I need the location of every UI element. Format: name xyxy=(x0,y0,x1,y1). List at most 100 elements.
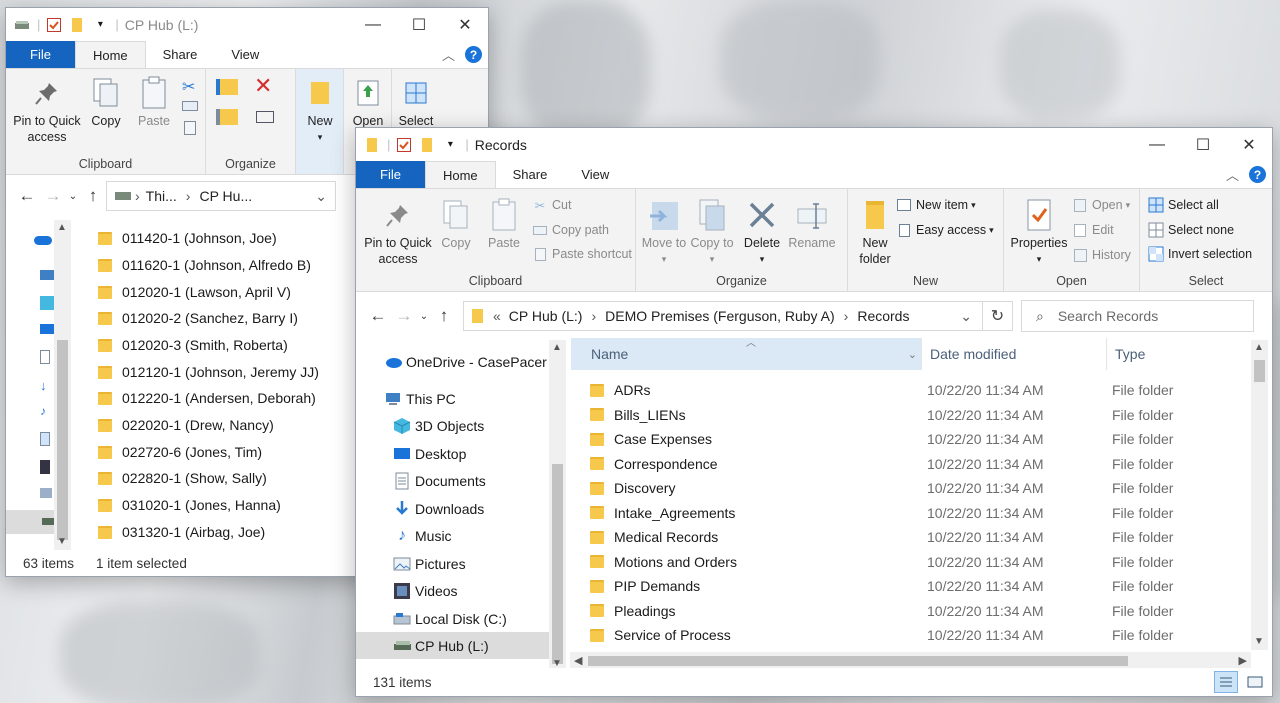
up-arrow-icon[interactable]: ↑ xyxy=(431,306,457,326)
nav-item-videos[interactable]: Videos xyxy=(356,577,566,604)
table-row[interactable]: ADRs 10/22/20 11:34 AM File folder xyxy=(570,378,1250,403)
nav-item-onedrive[interactable]: OneDrive - CasePacer xyxy=(356,348,566,375)
scroll-left-icon[interactable]: ◀ xyxy=(574,654,582,667)
breadcrumb-item[interactable]: Thi... xyxy=(146,188,177,204)
list-item[interactable]: 011620-1 (Johnson, Alfredo B) xyxy=(98,252,311,278)
properties-icon[interactable] xyxy=(46,17,62,33)
download-icon[interactable]: ↓ xyxy=(40,378,50,393)
chevron-down-icon[interactable]: ⌄ xyxy=(908,348,917,361)
column-header-date[interactable]: Date modified xyxy=(921,338,1106,370)
scroll-up-icon[interactable]: ▲ xyxy=(552,342,562,353)
scrollbar-thumb[interactable] xyxy=(1254,360,1265,382)
search-input[interactable]: Search Records xyxy=(1058,308,1158,324)
move-to-button[interactable]: Move to ▾ xyxy=(640,197,688,267)
large-icons-view-button[interactable] xyxy=(1244,673,1266,691)
copy-to-icon[interactable] xyxy=(216,109,238,125)
tab-file[interactable]: File xyxy=(356,161,425,188)
pin-to-quick-access-button[interactable]: Pin to Quick access xyxy=(362,197,434,267)
maximize-button[interactable]: ☐ xyxy=(1180,128,1226,161)
list-item[interactable]: 022020-1 (Drew, Nancy) xyxy=(98,412,274,438)
file-list-hscrollbar[interactable]: ◀ ▶ xyxy=(570,652,1251,669)
easy-access-button[interactable]: Easy access ▾ xyxy=(896,222,994,238)
search-box[interactable]: ⌕ Search Records xyxy=(1021,300,1254,332)
tab-view[interactable]: View xyxy=(564,161,626,188)
chevron-down-icon[interactable]: ▾ xyxy=(442,137,458,153)
select-button[interactable]: Select xyxy=(396,75,436,129)
cube-icon[interactable] xyxy=(40,296,54,310)
paste-shortcut-icon[interactable] xyxy=(184,121,196,135)
list-item[interactable]: 012020-2 (Sanchez, Barry I) xyxy=(98,305,298,331)
scroll-up-icon[interactable]: ▲ xyxy=(57,222,67,233)
table-row[interactable]: Motions and Orders 10/22/20 11:34 AM File … xyxy=(570,550,1250,575)
table-row[interactable]: Correspondence 10/22/20 11:34 AM File fold… xyxy=(570,452,1250,477)
close-button[interactable]: ✕ xyxy=(442,8,488,41)
nav-item-local-disk[interactable]: Local Disk (C:) xyxy=(356,605,566,632)
breadcrumb-overflow[interactable]: « xyxy=(493,308,501,324)
pin-to-quick-access-button[interactable]: Pin to Quick access xyxy=(12,75,82,145)
delete-icon[interactable]: ✕ xyxy=(254,73,272,99)
select-all-button[interactable]: Select all xyxy=(1148,197,1219,213)
collapse-ribbon-icon[interactable]: ︿ xyxy=(442,45,455,64)
new-folder-button[interactable]: New folder xyxy=(852,197,898,267)
breadcrumb-item[interactable]: CP Hu... xyxy=(199,188,252,204)
close-button[interactable]: ✕ xyxy=(1226,128,1272,161)
recent-dropdown-icon[interactable]: ⌄ xyxy=(417,311,431,322)
nav-scrollbar[interactable]: ▲ ▼ xyxy=(549,340,566,670)
table-row[interactable]: Bills_LIENs 10/22/20 11:34 AM File folder xyxy=(570,403,1250,428)
properties-icon[interactable] xyxy=(396,137,412,153)
nav-item-documents[interactable]: Documents xyxy=(356,467,566,494)
copy-path-button[interactable]: Copy path xyxy=(532,222,609,238)
back-arrow-icon[interactable]: ← xyxy=(365,306,391,326)
computer-icon[interactable] xyxy=(40,270,54,280)
forward-arrow-icon[interactable]: → xyxy=(40,186,66,206)
breadcrumb-item[interactable]: CP Hub (L:) xyxy=(509,308,583,324)
copy-button[interactable]: Copy xyxy=(436,197,476,251)
minimize-button[interactable]: — xyxy=(350,8,396,41)
copy-button[interactable]: Copy xyxy=(86,75,126,129)
scroll-right-icon[interactable]: ▶ xyxy=(1239,654,1247,667)
copy-path-icon[interactable] xyxy=(182,101,198,111)
forward-arrow-icon[interactable]: → xyxy=(391,306,417,326)
scrollbar-thumb[interactable] xyxy=(588,656,1128,666)
scroll-down-icon[interactable]: ▼ xyxy=(1254,636,1264,647)
column-header-type[interactable]: Type xyxy=(1106,338,1246,370)
file-list-vscrollbar[interactable]: ▲ ▼ xyxy=(1251,340,1268,650)
move-to-icon[interactable] xyxy=(216,79,238,95)
list-item[interactable]: 031320-1 (Airbag, Joe) xyxy=(98,519,265,545)
details-view-button[interactable] xyxy=(1214,671,1238,693)
cloud-icon[interactable] xyxy=(34,236,52,245)
edit-button[interactable]: Edit xyxy=(1072,222,1114,238)
list-item[interactable]: 012220-1 (Andersen, Deborah) xyxy=(98,385,316,411)
address-bar[interactable]: « CP Hub (L:) › DEMO Premises (Ferguson,… xyxy=(463,301,983,331)
new-item-button[interactable]: New item ▾ xyxy=(896,197,976,213)
open-button[interactable]: Open xyxy=(348,75,388,129)
column-header-name[interactable]: Name ︿ ⌄ xyxy=(571,338,921,370)
paste-button[interactable]: Paste xyxy=(484,197,524,251)
help-icon[interactable]: ? xyxy=(1249,166,1266,183)
scrollbar-thumb[interactable] xyxy=(552,464,563,664)
nav-item-selected[interactable] xyxy=(6,510,61,534)
up-arrow-icon[interactable]: ↑ xyxy=(80,186,106,206)
cut-icon[interactable]: ✂ xyxy=(182,77,195,97)
help-icon[interactable]: ? xyxy=(465,46,482,63)
select-none-button[interactable]: Select none xyxy=(1148,222,1234,238)
tab-share[interactable]: Share xyxy=(496,161,565,188)
cut-button[interactable]: ✂ Cut xyxy=(532,197,572,213)
refresh-button[interactable]: ↻ xyxy=(983,301,1013,331)
tab-home[interactable]: Home xyxy=(424,161,496,188)
table-row[interactable]: PIP Demands 10/22/20 11:34 AM File folder xyxy=(570,574,1250,599)
documents-icon[interactable] xyxy=(40,350,50,364)
nav-item-this-pc[interactable]: This PC xyxy=(356,385,566,412)
scroll-down-icon[interactable]: ▼ xyxy=(57,536,67,547)
tab-file[interactable]: File xyxy=(6,41,75,68)
recent-dropdown-icon[interactable]: ⌄ xyxy=(66,191,80,202)
nav-item-pictures[interactable]: Pictures xyxy=(356,550,566,577)
delete-button[interactable]: Delete ▾ xyxy=(740,197,784,267)
tab-home[interactable]: Home xyxy=(74,41,146,68)
breadcrumb-item[interactable]: DEMO Premises (Ferguson, Ruby A) xyxy=(605,308,835,324)
chevron-down-icon[interactable]: ⌄ xyxy=(960,308,972,325)
table-row[interactable]: Medical Records 10/22/20 11:34 AM File fol… xyxy=(570,525,1250,550)
list-item[interactable]: 012020-3 (Smith, Roberta) xyxy=(98,332,288,358)
table-row[interactable]: Case Expenses 10/22/20 11:34 AM File folde… xyxy=(570,427,1250,452)
nav-item-cp-hub[interactable]: CP Hub (L:) xyxy=(356,632,566,659)
